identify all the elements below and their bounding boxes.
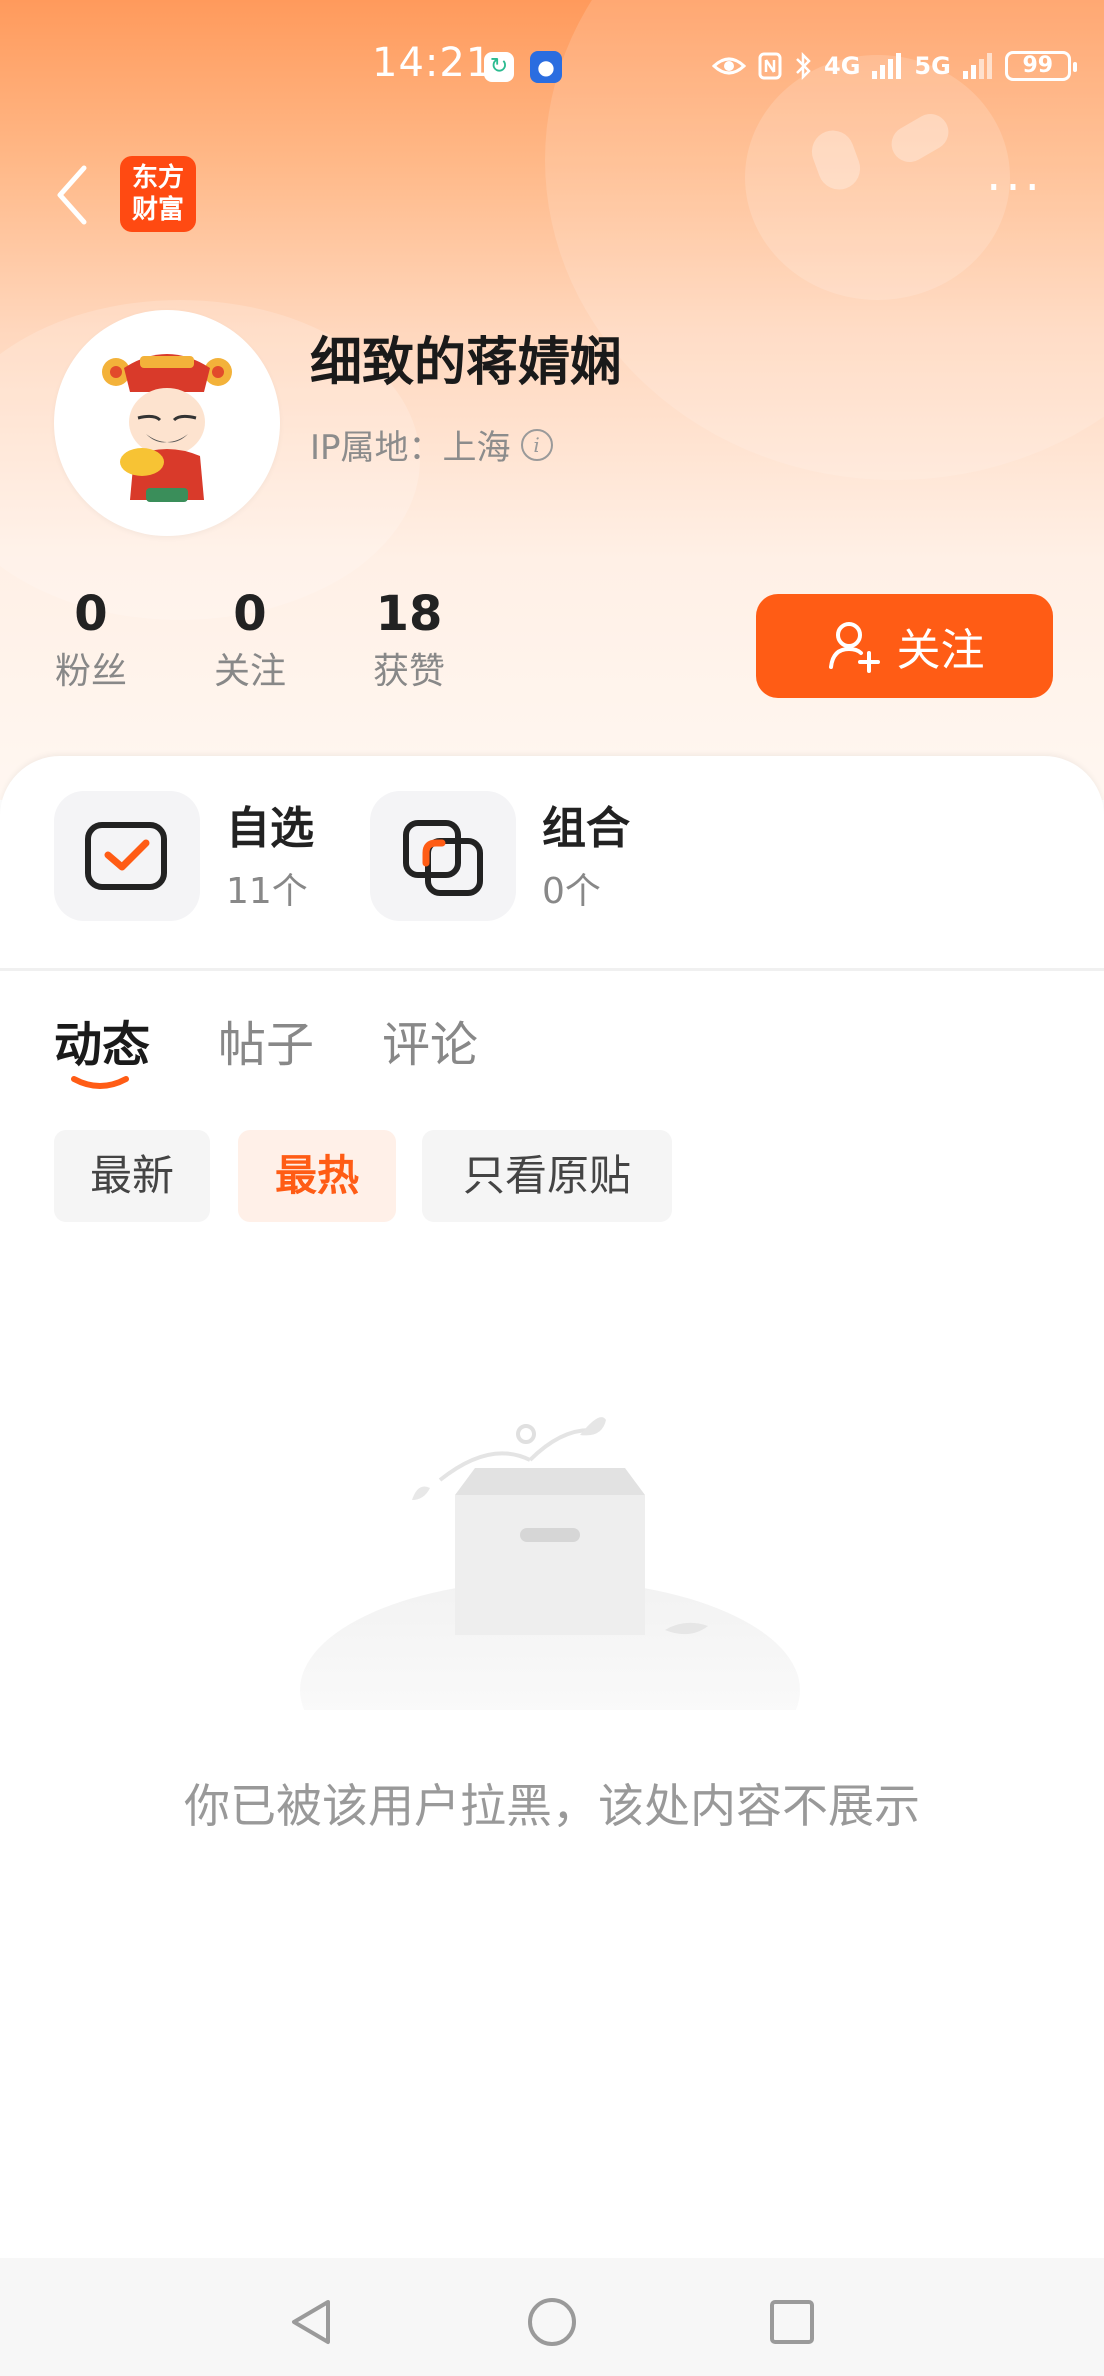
followers-label: 粉丝 xyxy=(54,651,127,692)
battery-indicator: 99 xyxy=(1004,51,1077,81)
username: 细致的蒋婧娴 xyxy=(310,333,623,393)
following-stat[interactable]: 0 关注 xyxy=(185,584,315,700)
signal-icon xyxy=(962,53,992,79)
avatar[interactable] xyxy=(54,310,280,536)
ip-location: IP属地：上海 i xyxy=(310,420,553,469)
followers-count: 0 xyxy=(74,586,108,642)
filter-original-only[interactable]: 只看原贴 xyxy=(422,1130,672,1222)
tab-activity[interactable]: 动态 xyxy=(54,1005,150,1075)
signal-icon xyxy=(872,53,902,79)
add-user-icon xyxy=(828,622,880,673)
status-bar: 14:21 ↻ ● 4G 5G 99 xyxy=(0,0,1104,135)
checkbox-icon xyxy=(85,822,167,890)
status-indicators: 4G 5G 99 xyxy=(712,44,1077,88)
nav-home-icon[interactable] xyxy=(522,2292,582,2352)
nfc-icon xyxy=(758,52,782,80)
sync-app-icon: ↻ xyxy=(484,52,514,82)
tab-comments[interactable]: 评论 xyxy=(382,1005,478,1075)
following-count: 0 xyxy=(233,586,267,642)
blocked-message: 你已被该用户拉黑，该处内容不展示 xyxy=(184,1779,920,1833)
system-navigation-bar xyxy=(0,2258,1104,2376)
followers-stat[interactable]: 0 粉丝 xyxy=(26,584,156,700)
bluetooth-icon xyxy=(796,51,811,81)
status-time: 14:21 xyxy=(372,40,493,86)
tab-posts[interactable]: 帖子 xyxy=(218,1005,314,1075)
likes-count: 18 xyxy=(375,586,443,642)
empty-box-illustration xyxy=(300,1417,800,1710)
filter-latest[interactable]: 最新 xyxy=(54,1130,210,1222)
filter-hottest[interactable]: 最热 xyxy=(238,1130,396,1222)
network-4g-label: 4G xyxy=(824,52,861,80)
watchlist-count: 11个 xyxy=(226,871,308,912)
app-logo[interactable]: 东方 财富 xyxy=(120,156,196,232)
portfolio-count: 0个 xyxy=(542,871,601,912)
back-arrow-icon[interactable] xyxy=(48,160,98,230)
logo-text: 财富 xyxy=(131,195,184,225)
eye-icon xyxy=(712,57,746,75)
watchlist-title[interactable]: 自选 xyxy=(226,792,314,856)
nav-recents-icon[interactable] xyxy=(762,2292,822,2352)
logo-text: 东方 xyxy=(131,163,184,193)
likes-stat[interactable]: 18 获赞 xyxy=(344,584,474,700)
follow-button-label: 关注 xyxy=(896,625,985,676)
avatar-illustration xyxy=(102,354,232,502)
follow-button[interactable]: 关注 xyxy=(756,594,1053,698)
portfolio-title[interactable]: 组合 xyxy=(542,792,630,856)
more-options-icon[interactable]: ··· xyxy=(980,164,1050,212)
watchlist-tile[interactable] xyxy=(54,791,200,921)
likes-label: 获赞 xyxy=(372,651,445,692)
app-notification-icon: ● xyxy=(530,51,562,83)
network-5g-label: 5G xyxy=(914,52,951,80)
active-tab-indicator xyxy=(71,1076,129,1089)
portfolio-tile[interactable] xyxy=(370,791,516,921)
following-label: 关注 xyxy=(213,651,286,692)
portfolio-icon xyxy=(403,820,483,896)
divider xyxy=(0,968,1104,971)
nav-back-icon[interactable] xyxy=(282,2292,342,2352)
info-icon[interactable]: i xyxy=(520,428,553,461)
ip-location-text: IP属地：上海 xyxy=(310,428,511,468)
